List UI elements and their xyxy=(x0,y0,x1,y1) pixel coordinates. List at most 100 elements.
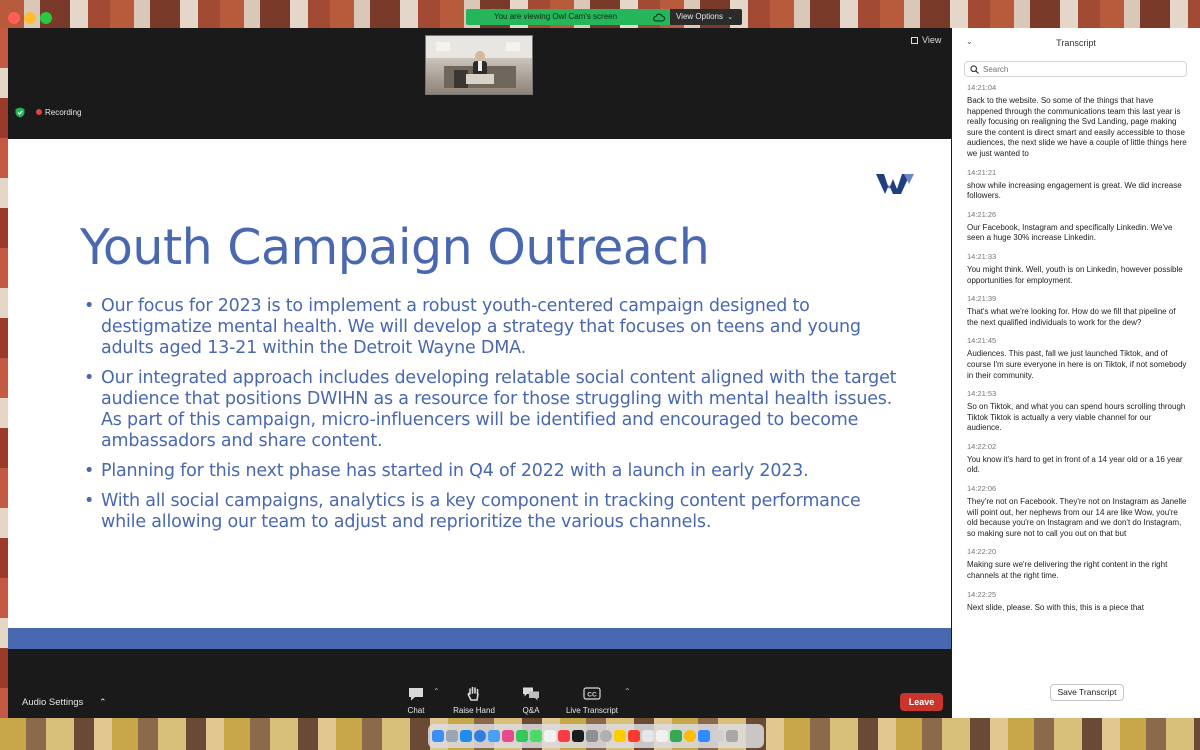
transcript-timestamp: 14:21:21 xyxy=(967,167,997,177)
transcript-entry: 14:21:45 Audiences. This past, fall we ju… xyxy=(967,336,1187,381)
launchpad-icon[interactable] xyxy=(446,730,458,742)
qa-label: Q&A xyxy=(522,706,540,715)
transcript-timestamp: 14:22:20 xyxy=(967,547,997,557)
transcript-text: Making sure we're delivering the right c… xyxy=(967,560,1168,581)
transcript-text: show while increasing engagement is grea… xyxy=(967,180,1182,201)
transcript-timestamp: 14:22:06 xyxy=(967,484,997,494)
window-maximize-button[interactable] xyxy=(40,12,52,24)
slide-bullet: Our integrated approach includes develop… xyxy=(82,368,902,452)
chat-icon xyxy=(409,688,423,701)
preview-icon[interactable] xyxy=(642,730,654,742)
settings-icon[interactable] xyxy=(600,730,612,742)
macos-dock xyxy=(428,724,764,748)
music-icon[interactable] xyxy=(558,730,570,742)
transcript-text: That's what we're looking for. How do we… xyxy=(967,307,1176,327)
cc-badge-text: CC xyxy=(587,692,597,699)
recording-label: Recording xyxy=(45,108,82,117)
transcript-timestamp: 14:21:26 xyxy=(967,209,997,219)
participant-video-thumbnail[interactable] xyxy=(425,35,533,95)
transcript-search[interactable] xyxy=(964,61,1187,77)
view-options-button[interactable]: View Options ⌄ xyxy=(670,9,742,25)
view-label: View xyxy=(922,35,942,45)
tv-icon[interactable] xyxy=(572,730,584,742)
trash-icon[interactable] xyxy=(726,730,738,742)
transcript-timestamp: 14:21:39 xyxy=(967,294,997,304)
app-store-icon[interactable] xyxy=(460,730,472,742)
transcript-entry-list[interactable]: 14:21:04 Back to the website. So some of … xyxy=(967,83,1187,658)
mail-icon[interactable] xyxy=(488,730,500,742)
transcript-text: They're not on Facebook. They're not on … xyxy=(967,497,1187,538)
qa-icon xyxy=(523,687,539,701)
chat-button[interactable]: Chat xyxy=(403,686,429,715)
dwihn-logo xyxy=(876,174,914,194)
transcript-text: You know it's hard to get in front of a … xyxy=(967,454,1183,475)
desktop-wallpaper-left xyxy=(0,28,8,718)
speaker-video-icon xyxy=(426,36,532,88)
transcript-text: Audiences. This past, fall we just launc… xyxy=(967,349,1187,380)
live-transcript-label: Live Transcript xyxy=(565,706,619,715)
shared-slide: Youth Campaign Outreach Our focus for 20… xyxy=(8,139,951,649)
transcript-text: So on Tiktok, and what you can spend hou… xyxy=(967,402,1186,433)
grid-icon xyxy=(911,37,918,44)
view-layout-button[interactable]: View xyxy=(911,35,941,45)
podcasts-icon[interactable] xyxy=(586,730,598,742)
transcript-options-caret-icon[interactable]: ⌃ xyxy=(624,687,631,696)
transcript-timestamp: 14:21:04 xyxy=(967,83,997,92)
transcript-text: Our Facebook, Instagram and specifically… xyxy=(967,222,1173,243)
slide-bullet: With all social campaigns, analytics is … xyxy=(82,491,902,533)
photos-icon[interactable] xyxy=(502,730,514,742)
facetime-icon[interactable] xyxy=(516,730,528,742)
chevron-down-icon: ⌄ xyxy=(727,14,734,21)
transcript-panel: ⌄ Transcript 14:21:04Back to the website… xyxy=(952,28,1200,718)
transcript-entry: 14:22:25 Next slide, please. So with this… xyxy=(967,590,1187,614)
save-transcript-button[interactable]: Save Transcript xyxy=(1050,684,1124,701)
slide-footer-band xyxy=(8,628,951,649)
messages-icon[interactable] xyxy=(530,730,542,742)
recording-indicator[interactable]: Recording xyxy=(36,108,81,117)
zoom-app-icon[interactable] xyxy=(698,730,710,742)
audio-settings-button[interactable]: Audio Settings xyxy=(22,697,83,708)
audio-options-caret-icon[interactable]: ⌃ xyxy=(99,697,107,708)
safari-icon[interactable] xyxy=(474,730,486,742)
transcript-timestamp: 14:22:02 xyxy=(967,441,997,451)
transcript-entry: 14:21:33 You might think. Well, youth is … xyxy=(967,252,1187,286)
news-icon[interactable] xyxy=(628,730,640,742)
recording-dot-icon xyxy=(36,109,42,115)
security-shield-icon[interactable] xyxy=(15,107,25,118)
chrome-icon[interactable] xyxy=(684,730,696,742)
qa-button[interactable]: Q&A xyxy=(518,686,544,715)
window-close-button[interactable] xyxy=(8,12,20,24)
transcript-search-input[interactable] xyxy=(983,62,1183,76)
transcript-entry: 14:21:39 That's what we're looking for. H… xyxy=(967,294,1187,328)
slide-title: Youth Campaign Outreach xyxy=(80,219,710,276)
transcript-text: You might think. Well, youth is on Linke… xyxy=(967,264,1183,285)
transcript-entry: 14:22:06 They're not on Facebook. They're… xyxy=(967,484,1187,539)
window-minimize-button[interactable] xyxy=(24,12,36,24)
calendar-icon[interactable] xyxy=(544,730,556,742)
cloud-icon xyxy=(653,13,665,22)
transcript-timestamp: 14:21:53 xyxy=(967,389,997,399)
transcript-text: Next slide, please. So with this, this i… xyxy=(967,602,1144,612)
search-icon xyxy=(970,65,979,74)
leave-button[interactable]: Leave xyxy=(900,693,943,711)
textedit-icon[interactable] xyxy=(656,730,668,742)
folder-icon[interactable] xyxy=(712,730,724,742)
raise-hand-button[interactable]: Raise Hand xyxy=(451,686,497,715)
transcript-timestamp: 14:22:25 xyxy=(967,589,997,599)
live-transcript-button[interactable]: CC Live Transcript xyxy=(561,686,623,715)
excel-icon[interactable] xyxy=(670,730,682,742)
transcript-entry: 14:22:02 You know it's hard to get in fro… xyxy=(967,442,1187,476)
transcript-entry: 14:22:20 Making sure we're delivering the… xyxy=(967,547,1187,581)
chat-options-caret-icon[interactable]: ⌃ xyxy=(433,687,440,696)
hand-icon xyxy=(467,686,479,701)
transcript-entry: 14:21:21 show while increasing engagement… xyxy=(967,168,1187,202)
transcript-title: Transcript xyxy=(1056,38,1096,48)
finder-icon[interactable] xyxy=(432,730,444,742)
transcript-entry: 14:21:04 Back to the website. So some of … xyxy=(967,83,1187,160)
notes-icon[interactable] xyxy=(614,730,626,742)
screen-share-banner: You are viewing Owl Cam's screen xyxy=(466,9,670,25)
transcript-text: Back to the website. So some of the thin… xyxy=(967,96,1187,158)
transcript-timestamp: 14:21:33 xyxy=(967,251,997,261)
closed-caption-icon: CC xyxy=(583,687,601,700)
slide-bullet-list: Our focus for 2023 is to implement a rob… xyxy=(82,296,902,542)
